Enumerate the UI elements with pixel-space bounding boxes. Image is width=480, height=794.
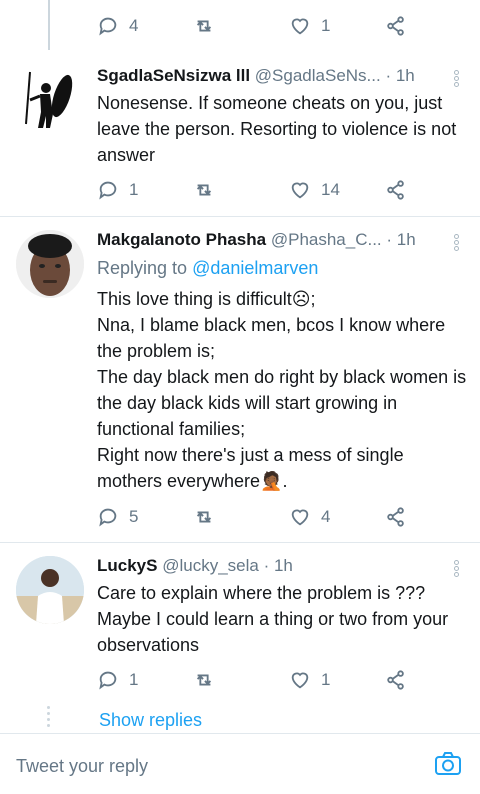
timestamp: · 1h <box>385 66 415 85</box>
thread-line <box>48 0 50 50</box>
user-handle[interactable]: @SgadlaSeNs... <box>255 66 381 85</box>
avatar[interactable] <box>16 556 84 624</box>
tweet-text: Care to explain where the problem is ???… <box>97 583 449 655</box>
share-icon <box>387 180 404 200</box>
share-button[interactable] <box>385 178 407 202</box>
profile-photo <box>16 230 84 298</box>
reply-compose-bar: Tweet your reply <box>0 733 480 794</box>
tweet-header: LuckyS @lucky_sela · 1h <box>97 556 450 582</box>
reply-button[interactable]: 4 <box>97 14 138 38</box>
reply-button[interactable]: 1 <box>97 178 138 202</box>
share-button[interactable] <box>385 668 407 692</box>
action-row-top: 4 1 <box>97 14 417 38</box>
reply-count: 1 <box>129 670 139 689</box>
display-name[interactable]: SgadlaSeNsizwa lll <box>97 66 250 85</box>
reply-count: 4 <box>129 16 139 35</box>
heart-icon <box>291 509 309 526</box>
like-count: 14 <box>321 180 340 199</box>
share-icon <box>387 16 404 36</box>
tweet[interactable]: Makgalanoto Phasha @Phasha_C... · 1h Rep… <box>0 230 480 540</box>
avatar[interactable] <box>16 66 84 134</box>
camera-icon[interactable] <box>434 750 462 778</box>
divider <box>0 542 480 543</box>
heart-icon <box>291 18 309 35</box>
share-icon <box>387 507 404 527</box>
tweet-text: This love thing is difficult☹; Nna, I bl… <box>97 286 468 494</box>
thread-dots <box>47 706 51 730</box>
like-count: 1 <box>321 16 331 35</box>
user-handle[interactable]: @lucky_sela <box>162 556 259 575</box>
reply-count: 5 <box>129 507 139 526</box>
user-handle[interactable]: @Phasha_C... <box>271 230 382 249</box>
reply-input[interactable]: Tweet your reply <box>16 756 148 777</box>
warrior-silhouette-icon <box>25 71 73 128</box>
tweet-text-line: Right now there's just a mess of single … <box>97 445 404 491</box>
replying-to-handle[interactable]: @danielmarven <box>192 258 318 278</box>
like-button[interactable]: 1 <box>289 14 330 38</box>
like-button[interactable]: 1 <box>289 668 330 692</box>
tweet-text: Nonesense. If someone cheats on you, jus… <box>97 93 457 165</box>
avatar[interactable] <box>16 230 84 298</box>
retweet-button[interactable] <box>193 505 215 529</box>
like-count: 4 <box>321 507 331 526</box>
like-button[interactable]: 4 <box>289 505 330 529</box>
retweet-button[interactable] <box>193 14 215 38</box>
like-button[interactable]: 14 <box>289 178 340 202</box>
more-options-icon[interactable] <box>454 560 460 578</box>
divider <box>0 216 480 217</box>
retweet-button[interactable] <box>193 668 215 692</box>
tweet-header: Makgalanoto Phasha @Phasha_C... · 1h <box>97 230 450 256</box>
replying-to: Replying to @danielmarven <box>97 258 318 279</box>
tweet-text-line: Nna, I blame black men, bcos I know wher… <box>97 315 446 361</box>
reply-icon <box>99 181 117 200</box>
share-icon <box>387 670 404 690</box>
action-row: 1 14 <box>97 178 417 202</box>
display-name[interactable]: Makgalanoto Phasha <box>97 230 266 249</box>
share-button[interactable] <box>385 505 407 529</box>
tweet-text-line: This love thing is difficult☹; <box>97 289 316 309</box>
share-button[interactable] <box>385 14 407 38</box>
show-replies-link[interactable]: Show replies <box>99 710 202 731</box>
more-options-icon[interactable] <box>454 234 460 252</box>
reply-count: 1 <box>129 180 139 199</box>
tweet[interactable]: LuckyS @lucky_sela · 1h Care to explain … <box>0 556 480 696</box>
retweet-icon <box>196 674 212 686</box>
like-count: 1 <box>321 670 331 689</box>
retweet-icon <box>196 184 212 196</box>
display-name[interactable]: LuckyS <box>97 556 157 575</box>
tweet-header: SgadlaSeNsizwa lll @SgadlaSeNs... · 1h <box>97 66 450 92</box>
retweet-button[interactable] <box>193 178 215 202</box>
more-options-icon[interactable] <box>454 70 460 88</box>
retweet-icon <box>196 20 212 32</box>
reply-icon <box>99 508 117 527</box>
heart-icon <box>291 182 309 199</box>
reply-icon <box>99 17 117 36</box>
timestamp: · 1h <box>386 230 416 249</box>
profile-photo <box>16 556 84 624</box>
replying-to-label: Replying to <box>97 258 193 278</box>
heart-icon <box>291 672 309 689</box>
reply-button[interactable]: 5 <box>97 505 138 529</box>
timestamp: · 1h <box>263 556 293 575</box>
retweet-icon <box>196 511 212 523</box>
tweet[interactable]: SgadlaSeNsizwa lll @SgadlaSeNs... · 1h N… <box>0 66 480 216</box>
reply-button[interactable]: 1 <box>97 668 138 692</box>
reply-icon <box>99 671 117 690</box>
tweet-text-line: The day black men do right by black wome… <box>97 367 467 439</box>
action-row: 5 4 <box>97 505 417 529</box>
action-row: 1 1 <box>97 668 417 692</box>
